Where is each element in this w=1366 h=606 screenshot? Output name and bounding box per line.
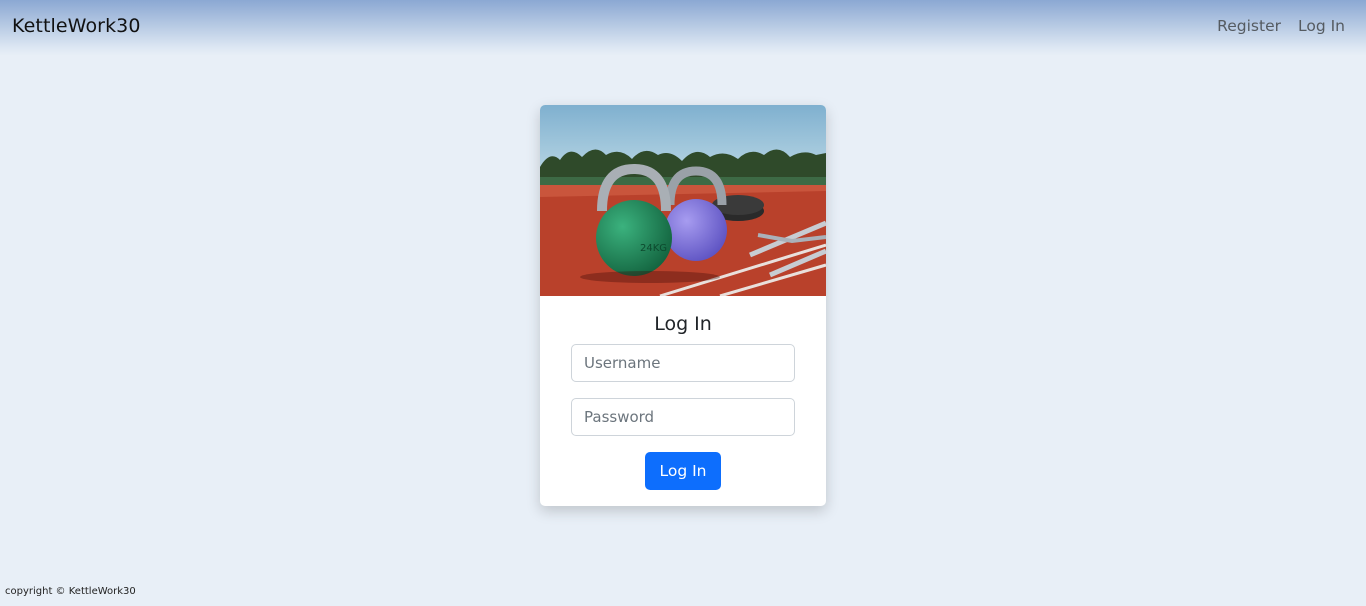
kettlebell-weight-label: 24KG [640, 243, 667, 254]
nav-link-login[interactable]: Log In [1298, 17, 1345, 35]
login-submit-button[interactable]: Log In [645, 452, 721, 490]
username-input[interactable] [571, 344, 795, 382]
nav-links: Register Log In [1217, 17, 1345, 35]
brand-logo[interactable]: KettleWork30 [12, 15, 141, 37]
nav-link-register[interactable]: Register [1217, 17, 1281, 35]
kettlebells-photo: 24KG [540, 105, 826, 296]
login-title: Log In [654, 313, 712, 335]
top-navbar: KettleWork30 Register Log In [0, 0, 1366, 56]
password-input[interactable] [571, 398, 795, 436]
login-card: 24KG Log In Log In [540, 105, 826, 506]
footer-copyright: copyright © KettleWork30 [5, 586, 136, 597]
hero-image: 24KG [540, 105, 826, 296]
